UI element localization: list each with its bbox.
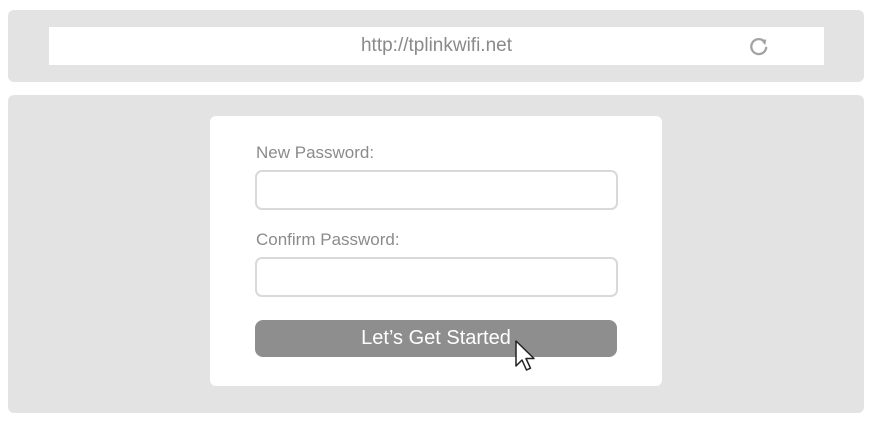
password-setup-card: New Password: Confirm Password: Let’s Ge… [210, 116, 662, 386]
new-password-label: New Password: [256, 143, 375, 162]
url-text: http://tplinkwifi.net [360, 35, 513, 56]
browser-address-panel: http://tplinkwifi.net [8, 10, 864, 82]
confirm-password-label: Confirm Password: [256, 230, 400, 249]
browser-content-panel: New Password: Confirm Password: Let’s Ge… [8, 95, 864, 413]
confirm-password-input[interactable] [255, 257, 618, 297]
mouse-cursor-icon [515, 340, 535, 371]
new-password-input[interactable] [255, 170, 618, 210]
lets-get-started-button[interactable]: Let’s Get Started [255, 320, 617, 357]
reload-icon[interactable] [747, 34, 771, 58]
address-bar[interactable]: http://tplinkwifi.net [49, 27, 824, 65]
